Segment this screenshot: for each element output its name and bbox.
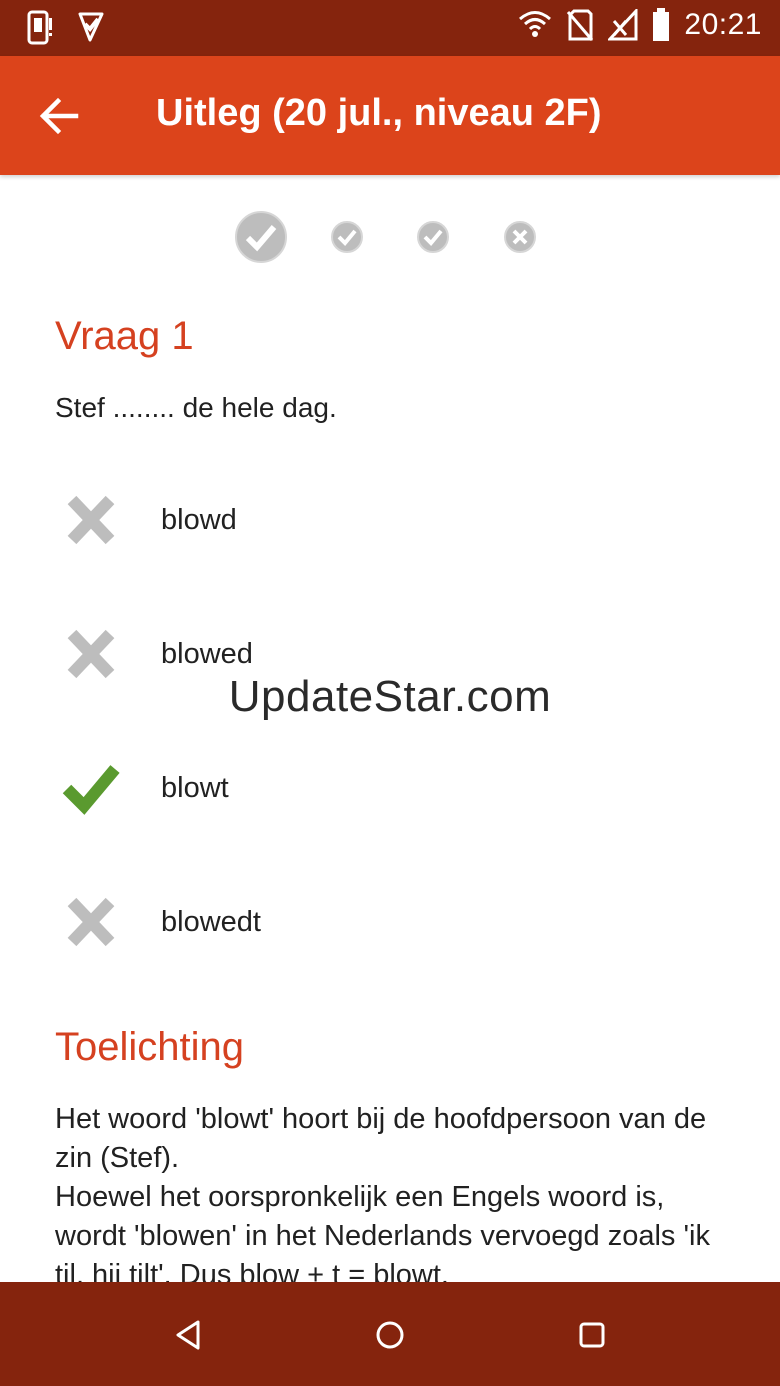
- check-notification-icon: [78, 12, 104, 42]
- explanation-text: Het woord 'blowt' hoort bij de hoofdpers…: [55, 1100, 735, 1282]
- watermark: UpdateStar.com: [228, 672, 552, 721]
- progress-dot-1[interactable]: [233, 209, 289, 270]
- navigation-bar: [0, 1282, 780, 1386]
- arrow-left-icon: [39, 97, 79, 135]
- no-signal-icon: [608, 9, 638, 41]
- nav-recents-button[interactable]: [569, 1312, 615, 1358]
- recents-square-icon: [579, 1322, 605, 1348]
- phone-alert-icon: [27, 10, 52, 45]
- progress-dot-2[interactable]: [330, 220, 364, 259]
- answer-option-4[interactable]: blowedt: [0, 862, 780, 982]
- answer-label: blowt: [161, 772, 229, 804]
- cross-icon: [67, 495, 115, 545]
- page-title: Uitleg (20 jul., niveau 2F): [156, 92, 602, 134]
- explanation-line-1: Het woord 'blowt' hoort bij de hoofdpers…: [55, 1103, 707, 1174]
- question-progress: [0, 209, 780, 265]
- back-triangle-icon: [176, 1320, 200, 1350]
- cross-circle-icon: [504, 221, 536, 253]
- progress-dot-3[interactable]: [416, 220, 450, 259]
- answer-label: blowedt: [161, 906, 261, 938]
- home-circle-icon: [376, 1321, 404, 1349]
- check-circle-icon: [235, 211, 287, 263]
- question-text: Stef ........ de hele dag.: [55, 392, 337, 423]
- answer-label: blowd: [161, 504, 237, 536]
- check-circle-icon: [417, 221, 449, 253]
- wifi-icon: [519, 11, 552, 37]
- checkmark-icon: [62, 765, 120, 815]
- explanation-line-2: Hoewel het oorspronkelijk een Engels woo…: [55, 1181, 710, 1282]
- nav-back-button[interactable]: [166, 1312, 212, 1358]
- progress-dot-4[interactable]: [503, 220, 537, 259]
- cross-icon: [67, 897, 115, 947]
- answer-label: blowed: [161, 638, 253, 670]
- back-button[interactable]: [36, 92, 84, 140]
- no-sim-icon: [567, 9, 594, 41]
- status-bar: 20:21: [0, 0, 780, 56]
- app-bar: Uitleg (20 jul., niveau 2F): [0, 56, 780, 175]
- status-time: 20:21: [684, 8, 762, 41]
- check-circle-icon: [331, 221, 363, 253]
- answer-option-3[interactable]: blowt: [0, 728, 780, 848]
- explanation-heading: Toelichting: [55, 1025, 245, 1069]
- answer-option-1[interactable]: blowd: [0, 460, 780, 580]
- nav-home-button[interactable]: [367, 1312, 413, 1358]
- question-heading: Vraag 1: [55, 314, 194, 358]
- battery-icon: [653, 8, 670, 41]
